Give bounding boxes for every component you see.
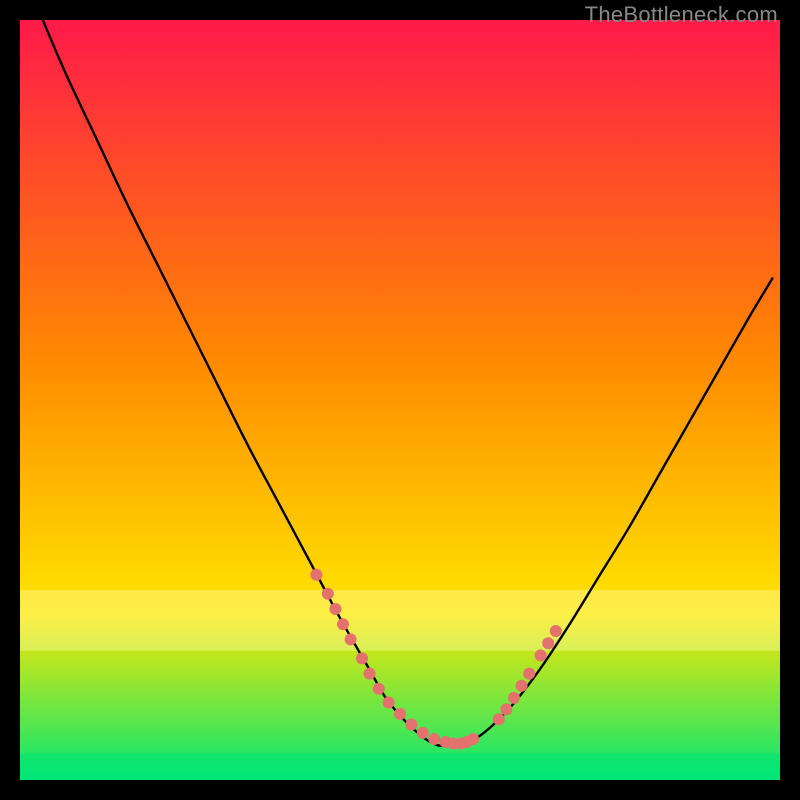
marker-point [428,733,440,745]
marker-point [535,649,547,661]
marker-point [329,603,341,615]
marker-point [523,668,535,680]
marker-point [467,733,479,745]
marker-point [356,652,368,664]
marker-point [500,703,512,715]
marker-point [508,692,520,704]
marker-point [383,696,395,708]
marker-point [542,637,554,649]
marker-point [345,633,357,645]
pale-yellow-band [20,590,780,651]
marker-point [550,625,562,637]
plot-background [20,20,780,780]
marker-point [516,680,528,692]
marker-point [417,727,429,739]
marker-point [405,719,417,731]
bottleneck-chart [20,20,780,780]
marker-point [394,708,406,720]
chart-frame [20,20,780,780]
marker-point [373,683,385,695]
marker-point [310,569,322,581]
marker-point [322,588,334,600]
green-band [20,753,780,780]
marker-point [364,668,376,680]
watermark-text: TheBottleneck.com [585,2,778,28]
marker-point [493,713,505,725]
marker-point [337,618,349,630]
